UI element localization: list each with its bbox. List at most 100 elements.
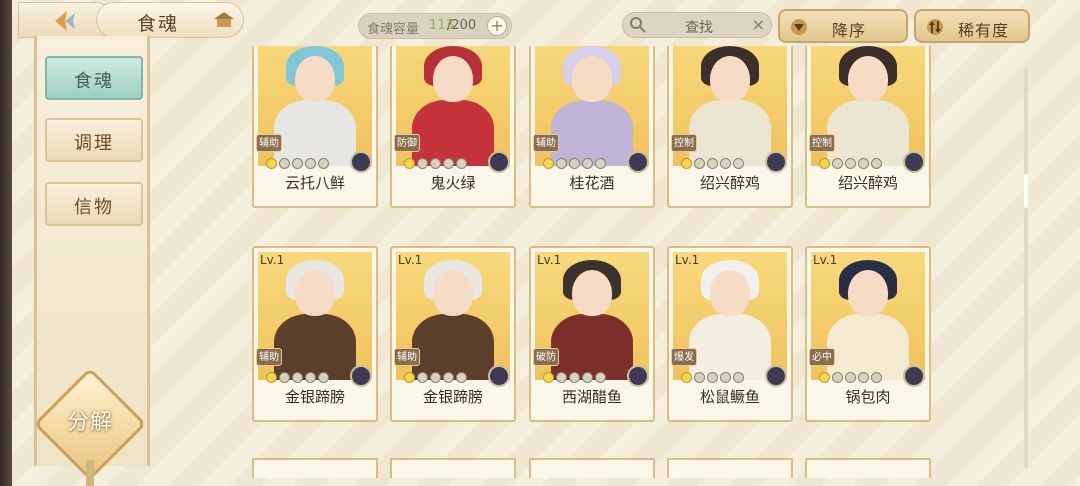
portrait-face: [572, 270, 612, 316]
capacity-max: /200: [447, 18, 477, 33]
food-soul-grid: 辅助 云托八鲜 防御 鬼火绿 辅助 桂花酒 控制 绍兴醉鸡 控制 绍兴醉鸡 Lv.1 辅助 金银蹄膀 Lv…: [252, 46, 942, 486]
attribute-emblem-icon: [350, 151, 372, 173]
card-level: Lv.1: [398, 253, 423, 267]
star-rating: [681, 154, 746, 173]
scrollbar-thumb[interactable]: [1024, 174, 1028, 208]
star-icon: [543, 372, 554, 383]
capacity-label: 食魂容量: [367, 22, 420, 37]
role-badge: 辅助: [256, 348, 282, 366]
scrollbar[interactable]: [1024, 68, 1028, 468]
top-bar: 食魂 食魂容量 113 /200 + 查找 × 降序 稀有度: [0, 0, 1080, 44]
star-icon: [305, 372, 316, 383]
attribute-emblem-icon: [903, 365, 925, 387]
food-soul-card[interactable]: 控制绍兴醉鸡: [805, 46, 931, 208]
role-badge: 破防: [533, 348, 559, 366]
star-icon: [681, 158, 692, 169]
attribute-emblem-icon: [627, 365, 649, 387]
portrait-face: [848, 56, 888, 102]
tab-label: 调理: [74, 133, 114, 154]
page-title-pill: 食魂: [96, 2, 244, 38]
card-name: 绍兴醉鸡: [699, 174, 760, 192]
food-soul-card-partial[interactable]: [529, 458, 655, 478]
food-soul-card-partial[interactable]: [390, 458, 516, 478]
star-rating: [681, 368, 746, 387]
search-icon: [629, 16, 647, 38]
rarity-filter-button[interactable]: 稀有度: [914, 9, 1030, 43]
page-title: 食魂: [137, 13, 180, 35]
star-icon: [595, 372, 606, 383]
star-icon: [720, 372, 731, 383]
food-soul-card[interactable]: 控制绍兴醉鸡: [667, 46, 793, 208]
star-icon: [318, 158, 329, 169]
food-soul-card[interactable]: Lv.1 破防 西湖醋鱼: [529, 246, 655, 422]
swap-icon: [926, 18, 944, 40]
role-badge: 爆发: [671, 348, 697, 366]
star-icon: [279, 372, 290, 383]
star-icon: [845, 158, 856, 169]
role-badge: 辅助: [533, 134, 559, 152]
star-rating: [543, 368, 608, 387]
star-rating: [819, 154, 884, 173]
food-soul-card[interactable]: Lv.1 必中 锅包肉: [805, 246, 931, 422]
star-icon: [443, 372, 454, 383]
portrait-face: [848, 270, 888, 316]
card-name: 锅包肉: [845, 388, 891, 406]
sort-order-button[interactable]: 降序: [778, 9, 908, 43]
portrait-face: [295, 270, 335, 316]
attribute-emblem-icon: [488, 151, 510, 173]
food-soul-card[interactable]: 防御 鬼火绿: [390, 46, 516, 208]
card-name: 鬼火绿: [430, 174, 476, 192]
card-name: 松鼠鳜鱼: [699, 388, 760, 406]
card-name: 绍兴醉鸡: [837, 174, 898, 192]
card-level: Lv.1: [260, 253, 285, 267]
tassel-decoration: [86, 460, 94, 486]
star-icon: [556, 372, 567, 383]
star-rating: [819, 368, 884, 387]
tab-food-soul[interactable]: 食魂: [45, 56, 143, 100]
star-icon: [543, 158, 554, 169]
sort-order-label: 降序: [832, 21, 867, 40]
star-icon: [733, 372, 744, 383]
star-icon: [292, 158, 303, 169]
capacity-add-button[interactable]: +: [487, 16, 507, 36]
capacity-indicator: 食魂容量 113 /200 +: [358, 13, 512, 39]
card-level: Lv.1: [537, 253, 562, 267]
food-soul-card[interactable]: Lv.1 爆发 松鼠鳜鱼: [667, 246, 793, 422]
food-soul-card[interactable]: Lv.1 辅助 金银蹄膀: [390, 246, 516, 422]
star-icon: [858, 158, 869, 169]
star-icon: [443, 158, 454, 169]
star-icon: [556, 158, 567, 169]
star-icon: [871, 158, 882, 169]
star-icon: [404, 158, 415, 169]
star-icon: [720, 158, 731, 169]
star-icon: [832, 158, 843, 169]
food-soul-card[interactable]: 辅助 桂花酒: [529, 46, 655, 208]
home-icon[interactable]: [213, 11, 235, 33]
tab-keepsake[interactable]: 信物: [45, 182, 143, 226]
role-badge: 控制: [671, 134, 697, 152]
clear-search-icon[interactable]: ×: [752, 15, 765, 34]
star-icon: [582, 158, 593, 169]
food-soul-card-partial[interactable]: [805, 458, 931, 478]
star-rating: [404, 154, 469, 173]
portrait-face: [295, 56, 335, 102]
role-badge: 必中: [809, 348, 835, 366]
star-icon: [582, 372, 593, 383]
search-input[interactable]: 查找 ×: [622, 12, 772, 38]
star-icon: [733, 158, 744, 169]
food-soul-card[interactable]: 辅助 云托八鲜: [252, 46, 378, 208]
food-soul-card-partial[interactable]: [252, 458, 378, 478]
tab-conditioning[interactable]: 调理: [45, 118, 143, 162]
star-icon: [430, 158, 441, 169]
attribute-emblem-icon: [488, 365, 510, 387]
food-soul-card-partial[interactable]: [667, 458, 793, 478]
tab-label: 信物: [74, 197, 114, 218]
star-rating: [266, 368, 331, 387]
role-badge: 控制: [809, 134, 835, 152]
search-placeholder: 查找: [685, 20, 713, 36]
food-soul-card[interactable]: Lv.1 辅助 金银蹄膀: [252, 246, 378, 422]
star-icon: [456, 372, 467, 383]
star-icon: [871, 372, 882, 383]
card-name: 金银蹄膀: [422, 388, 483, 406]
star-icon: [404, 372, 415, 383]
